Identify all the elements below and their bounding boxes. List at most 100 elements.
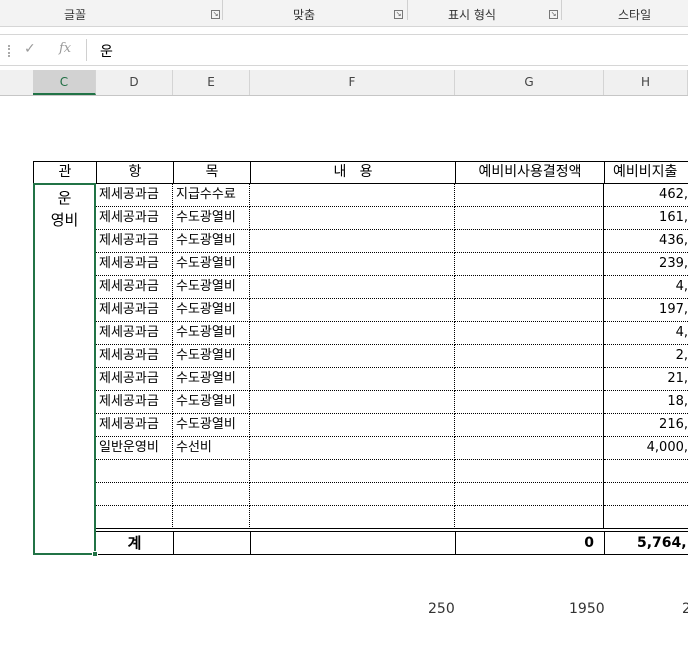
table-cell-mok[interactable]: 수도광열비 [173, 207, 250, 230]
table-cell-mok[interactable]: 수도광열비 [173, 276, 250, 299]
number-format-dialog-launcher-icon[interactable]: ↘ [549, 10, 558, 19]
total-label[interactable]: 계 [96, 532, 173, 554]
table-cell-mok[interactable]: 수선비 [173, 437, 250, 460]
table-cell-reserve-expense[interactable] [604, 506, 688, 529]
table-cell-content[interactable] [250, 506, 455, 529]
table-cell-mok[interactable]: 수도광열비 [173, 230, 250, 253]
table-cell-reserve-expense[interactable]: 18, [604, 391, 688, 414]
table-cell-reserve-decision[interactable] [455, 414, 604, 437]
table-cell-content[interactable] [250, 391, 455, 414]
table-cell-content[interactable] [250, 460, 455, 483]
drag-handle-icon[interactable] [8, 45, 13, 57]
table-cell-mok[interactable]: 수도광열비 [173, 322, 250, 345]
enter-check-icon[interactable]: ✓ [24, 41, 36, 57]
table-cell-hang[interactable]: 제세공과금 [96, 391, 173, 414]
table-cell-content[interactable] [250, 322, 455, 345]
table-cell-hang[interactable]: 일반운영비 [96, 437, 173, 460]
table-cell-content[interactable] [250, 184, 455, 207]
table-cell-hang[interactable]: 제세공과금 [96, 322, 173, 345]
table-cell-mok[interactable] [173, 460, 250, 483]
table-cell-reserve-expense[interactable] [604, 483, 688, 506]
table-cell-reserve-expense[interactable]: 436, [604, 230, 688, 253]
table-cell-hang[interactable]: 제세공과금 [96, 368, 173, 391]
table-cell-reserve-expense[interactable]: 239, [604, 253, 688, 276]
table-cell-hang[interactable] [96, 506, 173, 529]
table-cell-hang[interactable]: 제세공과금 [96, 414, 173, 437]
table-cell-reserve-expense[interactable]: 4, [604, 322, 688, 345]
column-header-f[interactable]: F [250, 70, 455, 95]
table-cell-content[interactable] [250, 230, 455, 253]
table-cell-reserve-expense[interactable]: 216, [604, 414, 688, 437]
table-cell-content[interactable] [250, 437, 455, 460]
table-cell-reserve-decision[interactable] [455, 184, 604, 207]
column-header-d[interactable]: D [96, 70, 173, 95]
table-cell-reserve-expense[interactable]: 462, [604, 184, 688, 207]
table-cell-reserve-expense[interactable] [604, 460, 688, 483]
column-header-h[interactable]: H [604, 70, 688, 95]
header-reserve-expense[interactable]: 예비비지출 [604, 161, 688, 184]
table-cell-content[interactable] [250, 414, 455, 437]
table-cell-reserve-decision[interactable] [455, 368, 604, 391]
header-reserve-decision[interactable]: 예비비사용결정액 [455, 161, 605, 184]
table-cell-reserve-decision[interactable] [455, 345, 604, 368]
table-cell-hang[interactable] [96, 483, 173, 506]
table-cell-hang[interactable]: 제세공과금 [96, 253, 173, 276]
alignment-dialog-launcher-icon[interactable]: ↘ [394, 10, 403, 19]
table-cell-reserve-decision[interactable] [455, 322, 604, 345]
table-cell-content[interactable] [250, 207, 455, 230]
insert-function-icon[interactable]: fx [59, 41, 71, 56]
table-cell-reserve-expense[interactable]: 21, [604, 368, 688, 391]
font-dialog-launcher-icon[interactable]: ↘ [211, 10, 220, 19]
table-cell-hang[interactable]: 제세공과금 [96, 230, 173, 253]
table-cell-mok[interactable]: 지급수수료 [173, 184, 250, 207]
table-cell-reserve-expense[interactable]: 197, [604, 299, 688, 322]
table-cell-mok[interactable]: 수도광열비 [173, 391, 250, 414]
table-cell-hang[interactable]: 제세공과금 [96, 207, 173, 230]
below-value-g[interactable]: 1950 [569, 601, 605, 617]
table-cell-mok[interactable]: 수도광열비 [173, 299, 250, 322]
table-cell-hang[interactable] [96, 460, 173, 483]
table-cell-reserve-decision[interactable] [455, 483, 604, 506]
formula-input[interactable]: 운 [100, 41, 113, 61]
table-cell-mok[interactable] [173, 506, 250, 529]
header-kwan[interactable]: 관 [33, 161, 97, 184]
table-cell-content[interactable] [250, 253, 455, 276]
table-cell-mok[interactable]: 수도광열비 [173, 414, 250, 437]
table-cell-content[interactable] [250, 299, 455, 322]
header-mok[interactable]: 목 [173, 161, 251, 184]
table-cell-reserve-decision[interactable] [455, 391, 604, 414]
table-cell-content[interactable] [250, 276, 455, 299]
table-cell-mok[interactable]: 수도광열비 [173, 253, 250, 276]
table-cell-reserve-decision[interactable] [455, 299, 604, 322]
total-reserve-decision[interactable]: 0 [455, 532, 604, 554]
column-header-g[interactable]: G [455, 70, 604, 95]
header-hang[interactable]: 항 [96, 161, 174, 184]
table-cell-reserve-decision[interactable] [455, 276, 604, 299]
header-content[interactable]: 내 용 [250, 161, 456, 184]
table-cell-reserve-decision[interactable] [455, 437, 604, 460]
table-cell-mok[interactable]: 수도광열비 [173, 345, 250, 368]
table-cell-reserve-expense[interactable]: 161, [604, 207, 688, 230]
table-cell-hang[interactable]: 제세공과금 [96, 345, 173, 368]
table-cell-reserve-expense[interactable]: 2, [604, 345, 688, 368]
below-value-h[interactable]: 2 [682, 601, 688, 617]
table-cell-hang[interactable]: 제세공과금 [96, 184, 173, 207]
table-cell-reserve-decision[interactable] [455, 460, 604, 483]
total-empty-mok[interactable] [173, 532, 250, 554]
table-cell-content[interactable] [250, 483, 455, 506]
total-reserve-expense[interactable]: 5,764,1 [604, 532, 688, 554]
total-empty-content[interactable] [250, 532, 455, 554]
table-cell-reserve-expense[interactable]: 4, [604, 276, 688, 299]
column-header-e[interactable]: E [173, 70, 250, 95]
table-cell-reserve-expense[interactable]: 4,000, [604, 437, 688, 460]
table-cell-content[interactable] [250, 368, 455, 391]
table-cell-mok[interactable]: 수도광열비 [173, 368, 250, 391]
table-cell-mok[interactable] [173, 483, 250, 506]
table-cell-hang[interactable]: 제세공과금 [96, 299, 173, 322]
table-cell-hang[interactable]: 제세공과금 [96, 276, 173, 299]
table-cell-reserve-decision[interactable] [455, 506, 604, 529]
table-cell-reserve-decision[interactable] [455, 207, 604, 230]
table-cell-reserve-decision[interactable] [455, 253, 604, 276]
column-header-c[interactable]: C [33, 70, 96, 95]
below-value-f[interactable]: 250 [428, 601, 455, 617]
